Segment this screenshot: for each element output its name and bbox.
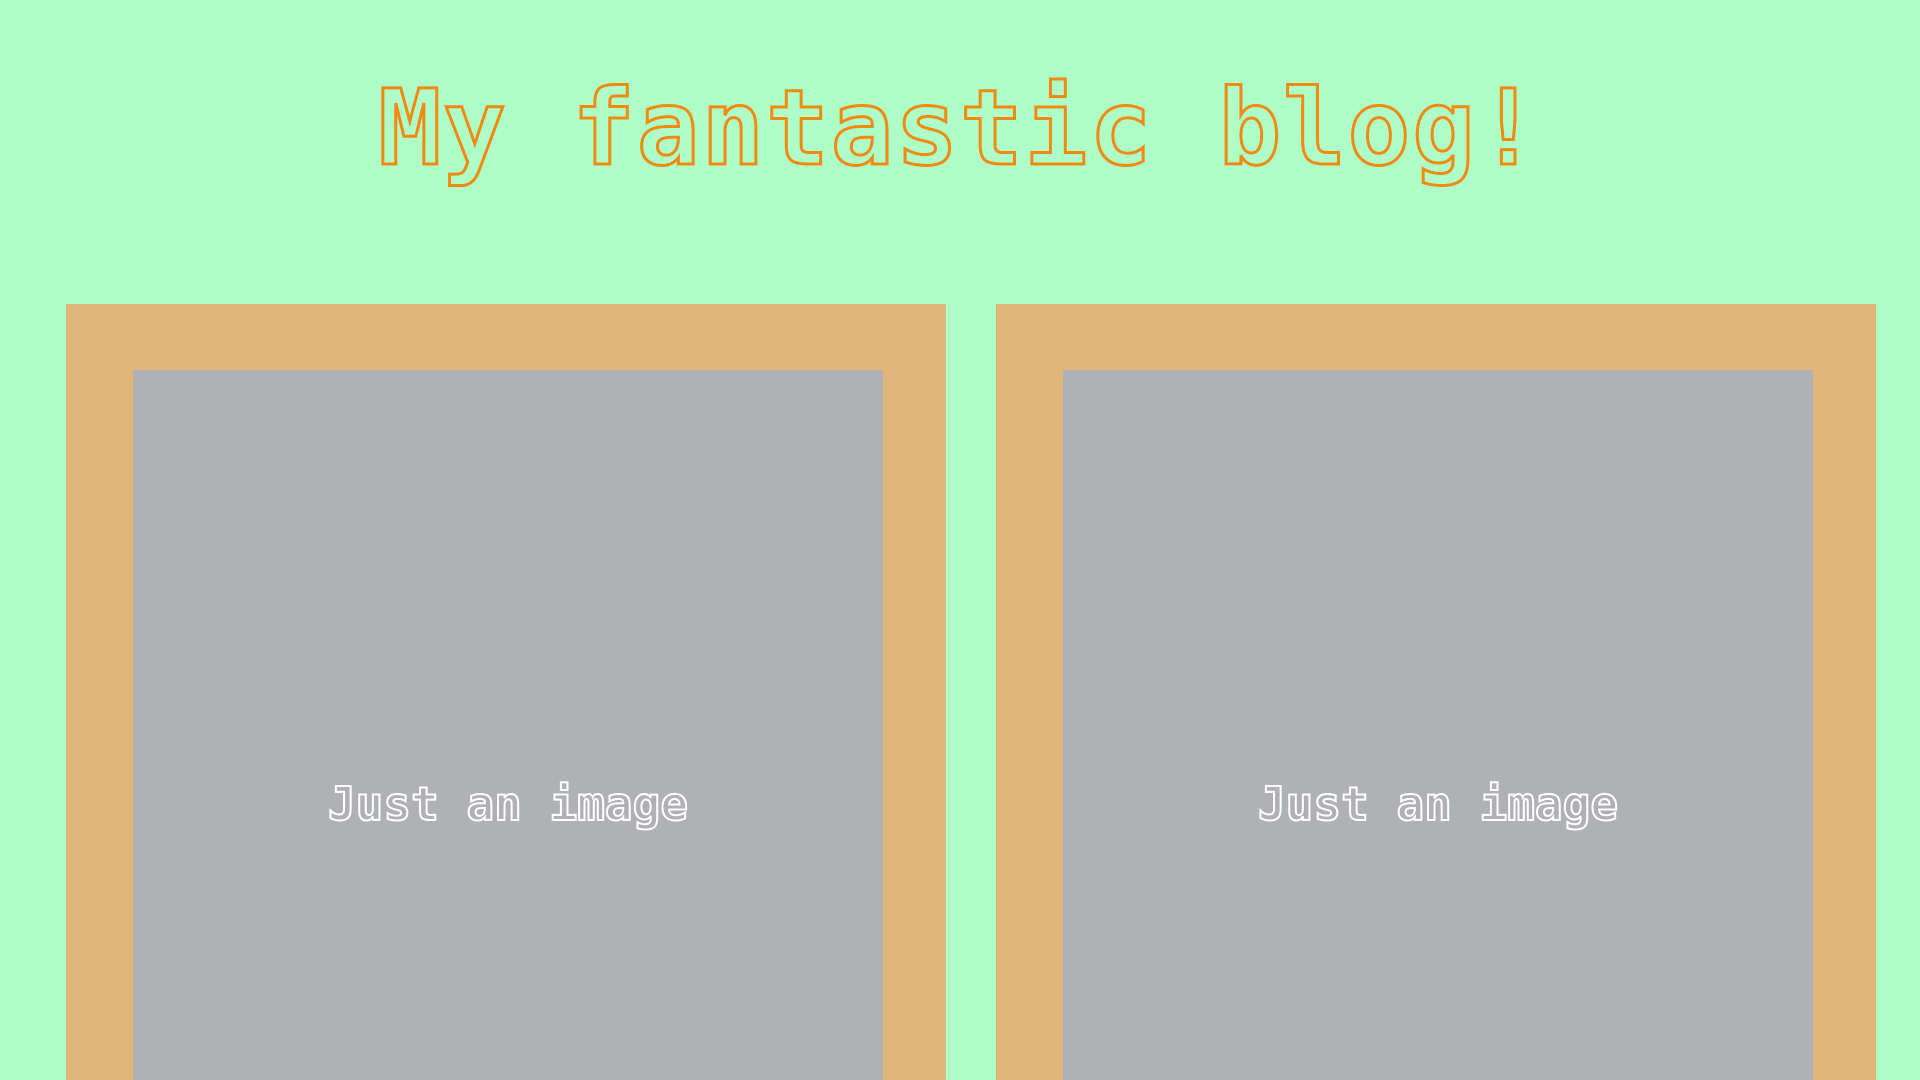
- page-title: My fantastic blog!: [377, 67, 1542, 190]
- image-caption: Just an image: [1257, 776, 1619, 832]
- blog-page: My fantastic blog! Just an image Just an…: [0, 0, 1920, 1080]
- image-caption: Just an image: [327, 776, 689, 832]
- image-placeholder: Just an image: [1063, 370, 1813, 1080]
- post-card: Just an image: [996, 304, 1876, 1080]
- post-card: Just an image: [66, 304, 946, 1080]
- image-placeholder: Just an image: [133, 370, 883, 1080]
